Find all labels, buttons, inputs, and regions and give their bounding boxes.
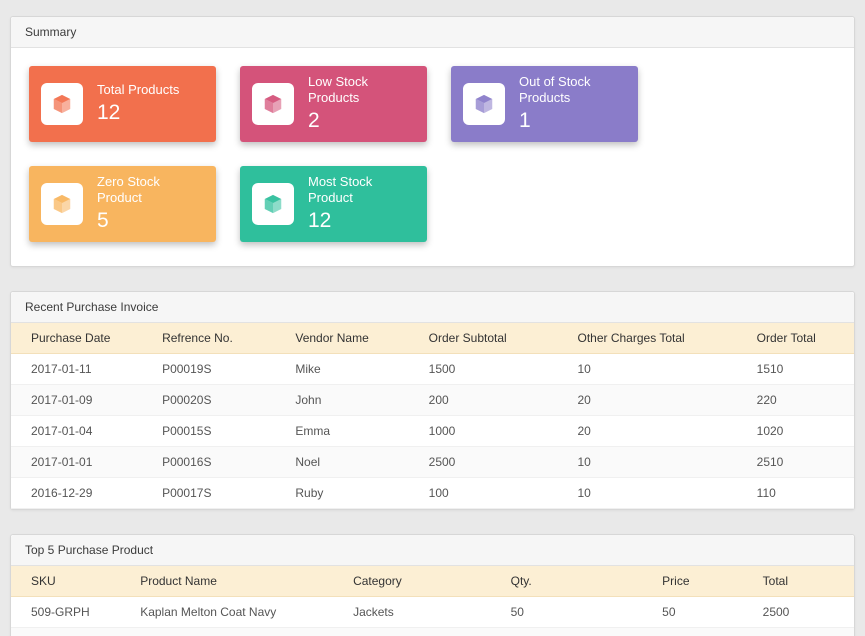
stat-value: 12 bbox=[97, 100, 179, 126]
cube-icon bbox=[41, 183, 83, 225]
column-header: Price bbox=[652, 566, 752, 597]
table-cell: 2016-12-29 bbox=[11, 478, 152, 509]
column-header: Other Charges Total bbox=[568, 323, 747, 354]
column-header: Total bbox=[753, 566, 854, 597]
table-cell: 100 bbox=[652, 628, 752, 636]
table-cell: Noel bbox=[285, 447, 418, 478]
table-cell: 2500 bbox=[419, 447, 568, 478]
cube-icon bbox=[463, 83, 505, 125]
stat-label: Zero Stock Product bbox=[97, 174, 204, 207]
table-cell: 220 bbox=[747, 385, 854, 416]
column-header: Vendor Name bbox=[285, 323, 418, 354]
table-cell: Mike bbox=[285, 354, 418, 385]
table-cell: 110 bbox=[747, 478, 854, 509]
table-cell: 10 bbox=[568, 478, 747, 509]
table-cell: 2510 bbox=[747, 447, 854, 478]
summary-panel: Summary Total Products 12 bbox=[10, 16, 855, 267]
table-cell: Jackets bbox=[343, 597, 501, 628]
table-cell: 307-CARB bbox=[11, 628, 130, 636]
stat-label: Total Products bbox=[97, 82, 179, 98]
table-cell: 10 bbox=[568, 354, 747, 385]
table-cell: 2017-01-01 bbox=[11, 447, 152, 478]
table-cell: Ruby bbox=[285, 478, 418, 509]
column-header: Category bbox=[343, 566, 501, 597]
table-cell: 10 bbox=[501, 628, 653, 636]
column-header: Order Subtotal bbox=[419, 323, 568, 354]
stat-value: 1 bbox=[519, 108, 626, 134]
table-cell: 1000 bbox=[419, 416, 568, 447]
column-header: Purchase Date bbox=[11, 323, 152, 354]
table-cell: P00017S bbox=[152, 478, 285, 509]
recent-purchase-invoice-panel: Recent Purchase Invoice Purchase Date Re… bbox=[10, 291, 855, 510]
table-cell: 1000 bbox=[753, 628, 854, 636]
table-row: 307-CARB Patch Rugger LS Shirt Taupe Shi… bbox=[11, 628, 854, 636]
table-row: 2017-01-09 P00020S John 200 20 220 bbox=[11, 385, 854, 416]
column-header: SKU bbox=[11, 566, 130, 597]
table-cell: 1500 bbox=[419, 354, 568, 385]
stat-card-zero-stock: Zero Stock Product 5 bbox=[29, 166, 216, 242]
cube-icon bbox=[41, 83, 83, 125]
stat-value: 5 bbox=[97, 208, 204, 234]
invoice-header-row: Purchase Date Refrence No. Vendor Name O… bbox=[11, 323, 854, 354]
table-cell: 509-GRPH bbox=[11, 597, 130, 628]
table-cell: 20 bbox=[568, 385, 747, 416]
table-cell: Shirts bbox=[343, 628, 501, 636]
stat-card-low-stock: Low Stock Products 2 bbox=[240, 66, 427, 142]
table-cell: P00020S bbox=[152, 385, 285, 416]
stat-value: 12 bbox=[308, 208, 415, 234]
table-cell: 200 bbox=[419, 385, 568, 416]
stat-card-most-stock: Most Stock Product 12 bbox=[240, 166, 427, 242]
table-cell: Emma bbox=[285, 416, 418, 447]
table-cell: 50 bbox=[652, 597, 752, 628]
top-purchase-product-title: Top 5 Purchase Product bbox=[11, 535, 854, 566]
top-purchase-product-panel: Top 5 Purchase Product SKU Product Name … bbox=[10, 534, 855, 636]
stat-card-total-products: Total Products 12 bbox=[29, 66, 216, 142]
table-row: 2016-12-29 P00017S Ruby 100 10 110 bbox=[11, 478, 854, 509]
table-cell: P00019S bbox=[152, 354, 285, 385]
stat-value: 2 bbox=[308, 108, 415, 134]
table-cell: Patch Rugger LS Shirt Taupe bbox=[130, 628, 343, 636]
stat-label: Low Stock Products bbox=[308, 74, 415, 107]
table-cell: 10 bbox=[568, 447, 747, 478]
table-cell: P00016S bbox=[152, 447, 285, 478]
column-header: Order Total bbox=[747, 323, 854, 354]
product-table: SKU Product Name Category Qty. Price Tot… bbox=[11, 566, 854, 636]
table-row: 2017-01-04 P00015S Emma 1000 20 1020 bbox=[11, 416, 854, 447]
cube-icon bbox=[252, 183, 294, 225]
column-header: Qty. bbox=[501, 566, 653, 597]
summary-panel-title: Summary bbox=[11, 17, 854, 48]
column-header: Product Name bbox=[130, 566, 343, 597]
summary-cards: Total Products 12 Low Stock Products 2 bbox=[11, 48, 854, 266]
product-header-row: SKU Product Name Category Qty. Price Tot… bbox=[11, 566, 854, 597]
table-cell: 20 bbox=[568, 416, 747, 447]
table-cell: 2017-01-11 bbox=[11, 354, 152, 385]
table-cell: 100 bbox=[419, 478, 568, 509]
stat-label: Most Stock Product bbox=[308, 174, 415, 207]
table-cell: 1020 bbox=[747, 416, 854, 447]
table-cell: 2017-01-09 bbox=[11, 385, 152, 416]
table-cell: 2500 bbox=[753, 597, 854, 628]
table-cell: 2017-01-04 bbox=[11, 416, 152, 447]
table-cell: 50 bbox=[501, 597, 653, 628]
table-row: 2017-01-01 P00016S Noel 2500 10 2510 bbox=[11, 447, 854, 478]
invoice-table: Purchase Date Refrence No. Vendor Name O… bbox=[11, 323, 854, 509]
table-cell: Kaplan Melton Coat Navy bbox=[130, 597, 343, 628]
cube-icon bbox=[252, 83, 294, 125]
table-cell: P00015S bbox=[152, 416, 285, 447]
table-cell: 1510 bbox=[747, 354, 854, 385]
stat-label: Out of Stock Products bbox=[519, 74, 626, 107]
table-row: 509-GRPH Kaplan Melton Coat Navy Jackets… bbox=[11, 597, 854, 628]
recent-purchase-invoice-title: Recent Purchase Invoice bbox=[11, 292, 854, 323]
table-row: 2017-01-11 P00019S Mike 1500 10 1510 bbox=[11, 354, 854, 385]
table-cell: John bbox=[285, 385, 418, 416]
stat-card-out-of-stock: Out of Stock Products 1 bbox=[451, 66, 638, 142]
column-header: Refrence No. bbox=[152, 323, 285, 354]
